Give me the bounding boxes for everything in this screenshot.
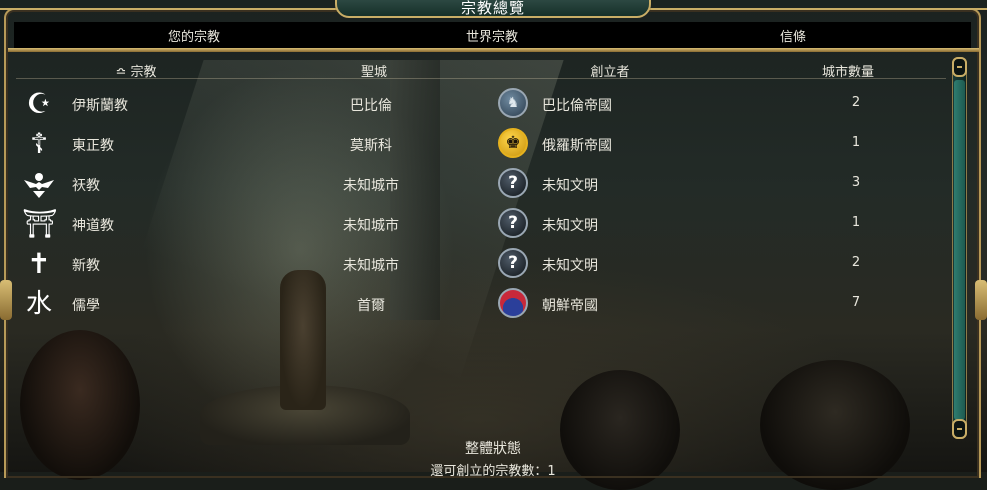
korea-taegeuk-icon [498, 288, 528, 318]
torii-icon: ⛩ [22, 207, 58, 240]
unknown-civ-icon: ? [498, 248, 528, 278]
tab-world-religions[interactable]: 世界宗教 [392, 26, 592, 45]
city-count: 2 [851, 95, 861, 110]
russia-eagle-icon: ♚ [498, 128, 528, 158]
title-bar: 宗教總覽 [0, 0, 987, 20]
status-heading: 整體狀態 [465, 441, 521, 457]
title-line-right [651, 8, 987, 10]
right-side-handle [975, 280, 987, 320]
religions-remaining-text: 還可創立的宗教數：1 [430, 464, 556, 479]
faravahar-glyph [24, 173, 54, 198]
founder-name: 俄羅斯帝國 [542, 138, 612, 154]
founder-name: 未知文明 [542, 258, 598, 274]
scrollbar-thumb[interactable] [954, 80, 965, 420]
table-row[interactable]: 水 儒學 首爾 朝鮮帝國 7 [16, 284, 946, 324]
religion-name: 神道教 [72, 218, 114, 234]
city-count: 1 [851, 215, 861, 230]
table-row[interactable]: ✝ 新教 未知城市 ? 未知文明 2 [16, 244, 946, 284]
faravahar-icon [22, 168, 56, 200]
crescent-star-icon: ☪ [26, 87, 52, 120]
scroll-up-button[interactable] [952, 57, 967, 77]
founder-name: 未知文明 [542, 178, 598, 194]
religion-name: 儒學 [72, 298, 100, 314]
table-row[interactable]: 祆教 未知城市 ? 未知文明 3 [16, 164, 946, 204]
city-count: 7 [851, 295, 861, 310]
title-line-left [0, 8, 335, 10]
table-row[interactable]: ☦ 東正教 莫斯科 ♚ 俄羅斯帝國 1 [16, 124, 946, 164]
founder-name: 未知文明 [542, 218, 598, 234]
holy-city: 未知城市 [343, 178, 399, 194]
table-row[interactable]: ⛩ 神道教 未知城市 ? 未知文明 1 [16, 204, 946, 244]
left-side-handle [0, 280, 12, 320]
unknown-civ-icon: ? [498, 168, 528, 198]
window-title: 宗教總覽 [460, 0, 525, 17]
religion-name: 伊斯蘭教 [72, 98, 128, 114]
tab-your-religion[interactable]: 您的宗教 [94, 26, 294, 45]
babylon-emblem-icon: ♞ [498, 88, 528, 118]
latin-cross-icon: ✝ [27, 247, 51, 280]
city-count: 2 [851, 255, 861, 270]
holy-city: 莫斯科 [350, 138, 392, 154]
scroll-down-button[interactable] [952, 419, 967, 439]
unknown-civ-icon: ? [498, 208, 528, 238]
religion-name: 新教 [72, 258, 100, 274]
tab-bar: 您的宗教 世界宗教 信條 [14, 22, 971, 48]
city-count: 3 [851, 175, 861, 190]
religion-name: 東正教 [72, 138, 114, 154]
water-glyph-icon: 水 [25, 289, 52, 319]
orthodox-cross-icon: ☦ [29, 127, 49, 160]
founder-name: 朝鮮帝國 [542, 298, 598, 314]
tab-divider [8, 48, 979, 52]
city-count: 1 [851, 135, 861, 150]
holy-city: 巴比倫 [350, 98, 392, 114]
holy-city: 未知城市 [343, 218, 399, 234]
tab-beliefs[interactable]: 信條 [693, 26, 893, 45]
header-divider [16, 78, 946, 79]
founder-name: 巴比倫帝國 [542, 98, 612, 114]
holy-city: 未知城市 [343, 258, 399, 274]
religion-name: 祆教 [72, 178, 100, 194]
table-row[interactable]: ☪ 伊斯蘭教 巴比倫 ♞ 巴比倫帝國 2 [16, 84, 946, 124]
holy-city: 首爾 [357, 298, 385, 314]
